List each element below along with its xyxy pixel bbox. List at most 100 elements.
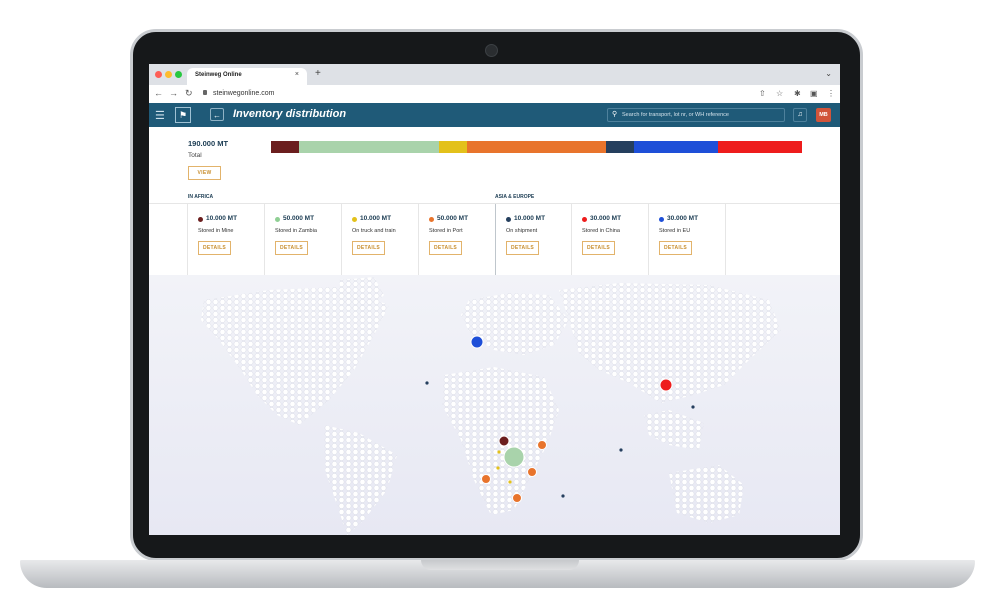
- card-value: 50.000 MT: [437, 215, 469, 222]
- details-button[interactable]: DETAILS: [198, 241, 231, 255]
- marker-port[interactable]: [481, 474, 491, 484]
- inventory-card: 10.000 MT On truck and train DETAILS: [341, 204, 419, 275]
- distribution-segment: [438, 141, 467, 153]
- card-label: On shipment: [506, 228, 538, 234]
- card-label: Stored in Port: [429, 228, 463, 234]
- bell-icon[interactable]: ♫: [793, 108, 807, 122]
- url-field[interactable]: steinwegonline.com: [213, 90, 274, 97]
- details-button[interactable]: DETAILS: [275, 241, 308, 255]
- card-label: Stored in Mine: [198, 228, 234, 234]
- distribution-bar: [271, 141, 802, 153]
- marker-shipment[interactable]: [619, 448, 623, 452]
- maximize-window-icon[interactable]: [175, 71, 182, 78]
- card-value: 30.000 MT: [667, 215, 699, 222]
- close-window-icon[interactable]: [155, 71, 162, 78]
- marker-shipment[interactable]: [425, 381, 429, 385]
- inventory-card: 50.000 MT Stored in Port DETAILS: [418, 204, 496, 275]
- search-box[interactable]: ⚲: [607, 108, 785, 122]
- bookmark-star-icon[interactable]: ☆: [776, 89, 783, 98]
- search-icon: ⚲: [612, 111, 618, 118]
- marker-shipment[interactable]: [561, 494, 565, 498]
- browser-menu-icon[interactable]: ⋮: [827, 89, 835, 98]
- share-icon[interactable]: ⇧: [759, 89, 766, 98]
- forward-nav-icon[interactable]: →: [169, 88, 178, 98]
- distribution-segment: [606, 141, 635, 153]
- app-header: ☰ ⚑ ← Inventory distribution ⚲ ♫ MB: [149, 103, 840, 127]
- details-button[interactable]: DETAILS: [429, 241, 462, 255]
- distribution-segment: [634, 141, 719, 153]
- total-label: Total: [188, 152, 202, 159]
- inventory-card: 30.000 MT Stored in EU DETAILS: [648, 204, 726, 275]
- card-divider: [725, 204, 727, 275]
- status-dot-icon: [582, 217, 587, 222]
- tab-close-icon[interactable]: ×: [295, 71, 299, 78]
- card-label: Stored in China: [582, 228, 620, 234]
- total-value: 190.000 MT: [188, 139, 229, 148]
- details-button[interactable]: DETAILS: [506, 241, 539, 255]
- distribution-segment: [718, 141, 802, 153]
- card-value: 10.000 MT: [360, 215, 392, 222]
- inventory-card: 10.000 MT On shipment DETAILS: [495, 204, 573, 275]
- inventory-card: 10.000 MT Stored in Mine DETAILS: [187, 204, 265, 275]
- marker-zambia[interactable]: [503, 446, 525, 468]
- status-dot-icon: [659, 217, 664, 222]
- card-value: 10.000 MT: [514, 215, 546, 222]
- marker-mine[interactable]: [498, 435, 510, 447]
- new-tab-button[interactable]: +: [315, 68, 321, 79]
- card-label: Stored in EU: [659, 228, 691, 234]
- marker-shipment[interactable]: [691, 405, 695, 409]
- distribution-segment: [271, 141, 299, 153]
- details-button[interactable]: DETAILS: [352, 241, 385, 255]
- status-dot-icon: [352, 217, 357, 222]
- marker-truck[interactable]: [497, 450, 501, 454]
- world-map[interactable]: [149, 275, 840, 535]
- marker-truck[interactable]: [496, 466, 500, 470]
- steinweg-logo[interactable]: ⚑: [175, 107, 191, 123]
- details-button[interactable]: DETAILS: [659, 241, 692, 255]
- inventory-card: 30.000 MT Stored in China DETAILS: [571, 204, 649, 275]
- status-dot-icon: [275, 217, 280, 222]
- avatar[interactable]: MB: [816, 108, 831, 122]
- details-button[interactable]: DETAILS: [582, 241, 615, 255]
- reload-icon[interactable]: ↻: [185, 88, 193, 99]
- extensions-icon[interactable]: ✱: [794, 89, 801, 98]
- browser-tab[interactable]: Steinweg Online ×: [187, 68, 307, 85]
- status-dot-icon: [198, 217, 203, 222]
- inventory-cards: 10.000 MT Stored in Mine DETAILS 50.000 MT S…: [149, 203, 840, 277]
- laptop-notch: [421, 560, 579, 570]
- address-bar: ← → ↻ steinwegonline.com ⇧ ☆ ✱ ▣ ⋮: [149, 85, 840, 104]
- marker-eu[interactable]: [470, 335, 484, 349]
- screen: Steinweg Online × + ⌄ ← → ↻ steinwegonli…: [149, 64, 840, 535]
- status-dot-icon: [506, 217, 511, 222]
- minimize-window-icon[interactable]: [165, 71, 172, 78]
- marker-china[interactable]: [659, 378, 673, 392]
- browser-tabbar: Steinweg Online × + ⌄: [149, 64, 840, 85]
- search-input[interactable]: [622, 110, 782, 120]
- marker-port[interactable]: [527, 467, 537, 477]
- status-dot-icon: [429, 217, 434, 222]
- distribution-segment: [466, 141, 607, 153]
- card-value: 30.000 MT: [590, 215, 622, 222]
- camera-icon: [485, 44, 498, 57]
- page-title: Inventory distribution: [233, 108, 347, 120]
- sidepanel-icon[interactable]: ▣: [810, 89, 818, 98]
- card-value: 50.000 MT: [283, 215, 315, 222]
- card-value: 10.000 MT: [206, 215, 238, 222]
- marker-truck[interactable]: [508, 480, 512, 484]
- tab-list-chevron-icon[interactable]: ⌄: [825, 69, 832, 78]
- marker-port[interactable]: [512, 493, 522, 503]
- world-map-svg: [201, 277, 781, 535]
- lock-icon: [203, 90, 207, 95]
- section-label-asia-europe: ASIA & EUROPE: [495, 194, 535, 200]
- tab-title: Steinweg Online: [195, 72, 242, 78]
- inventory-card: 50.000 MT Stored in Zambia DETAILS: [264, 204, 342, 275]
- distribution-segment: [298, 141, 439, 153]
- arrow-left-icon[interactable]: ←: [210, 108, 224, 121]
- card-label: Stored in Zambia: [275, 228, 317, 234]
- card-label: On truck and train: [352, 228, 396, 234]
- back-nav-icon[interactable]: ←: [154, 88, 163, 98]
- view-button[interactable]: VIEW: [188, 166, 221, 180]
- section-label-africa: IN AFRICA: [188, 194, 214, 200]
- marker-port[interactable]: [537, 440, 547, 450]
- hamburger-icon[interactable]: ☰: [155, 109, 165, 122]
